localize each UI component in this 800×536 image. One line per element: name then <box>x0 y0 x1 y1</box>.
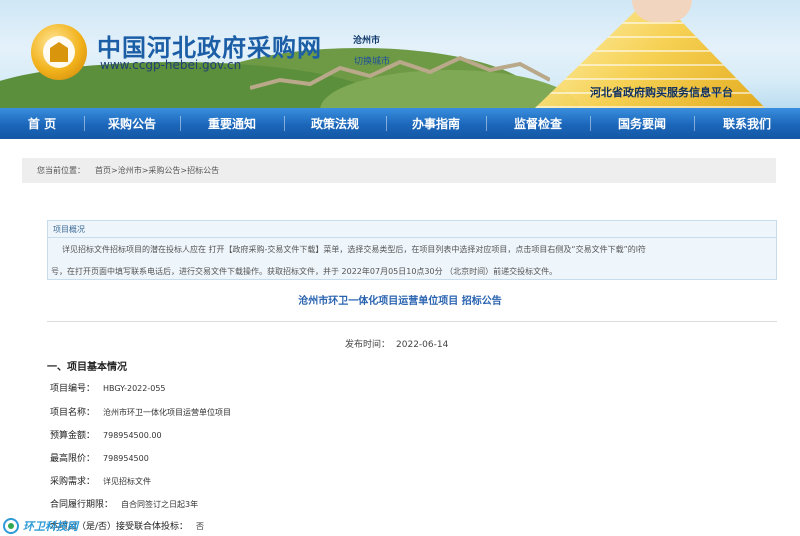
row-value: 自合同签订之日起3年 <box>121 500 199 509</box>
watermark-text: 环卫科技网 <box>23 520 78 533</box>
nav-important-notices[interactable]: 重要通知 <box>180 108 284 139</box>
row-label: 采购需求： <box>50 477 96 487</box>
nav-supervision[interactable]: 监督检查 <box>486 108 590 139</box>
site-url: www.ccgp-hebei.gov.cn <box>100 58 242 72</box>
nav-guide[interactable]: 办事指南 <box>386 108 486 139</box>
publish-time: 发布时间： 2022-06-14 <box>345 337 448 350</box>
row-value: 详见招标文件 <box>103 477 152 486</box>
row-label: 最高限价： <box>50 454 96 464</box>
row-value: 沧州市环卫一体化项目运营单位项目 <box>103 408 232 417</box>
divider <box>47 321 777 322</box>
nav-procurement-notices[interactable]: 采购公告 <box>84 108 180 139</box>
detail-row-requirements: 采购需求： 详见招标文件 <box>50 474 151 487</box>
publish-date: 2022-06-14 <box>396 340 449 350</box>
site-emblem-logo[interactable] <box>31 24 87 80</box>
breadcrumb-label: 您当前位置： <box>37 166 85 175</box>
overview-text-line: 号，在打开页面中填写联系电话后，进行交易文件下载操作。获取招标文件，并于 202… <box>51 267 558 276</box>
switch-city-link[interactable]: 切换城市 <box>354 54 390 67</box>
project-overview-box: 项目概况 详见招标文件招标项目的潜在投标人应在 打开【政府采购-交易文件下载】菜… <box>47 220 777 280</box>
overview-text-line: 详见招标文件招标项目的潜在投标人应在 打开【政府采购-交易文件下载】菜单，选择交… <box>62 245 646 254</box>
nav-contact[interactable]: 联系我们 <box>694 108 800 139</box>
nav-home[interactable]: 首 页 <box>0 108 84 139</box>
row-label: 预算金额： <box>50 431 96 441</box>
watermark-logo: 环卫科技网 <box>0 516 78 536</box>
detail-row-budget: 预算金额： 798954500.00 <box>50 428 162 441</box>
nav-state-news[interactable]: 国务要闻 <box>590 108 694 139</box>
overview-title: 项目概况 <box>48 221 776 238</box>
row-value: 798954500.00 <box>103 431 162 440</box>
publish-time-label: 发布时间： <box>345 340 391 350</box>
row-value: HBGY-2022-055 <box>103 384 166 393</box>
row-value: 否 <box>196 522 205 531</box>
detail-row-contract-period: 合同履行期限： 自合同签订之日起3年 <box>50 497 198 510</box>
platform-name: 河北省政府购买服务信息平台 <box>590 86 733 99</box>
row-label: 项目编号： <box>50 384 96 394</box>
breadcrumb: 您当前位置： 首页>沧州市>采购公告>招标公告 <box>22 158 776 183</box>
nav-policies[interactable]: 政策法规 <box>284 108 386 139</box>
row-value: 798954500 <box>103 454 149 463</box>
site-banner: 中国河北政府采购网 www.ccgp-hebei.gov.cn 沧州市 切换城市… <box>0 0 800 108</box>
section-heading: 一、项目基本情况 <box>47 362 127 373</box>
recycle-icon <box>3 518 19 534</box>
breadcrumb-path[interactable]: 首页>沧州市>采购公告>招标公告 <box>95 165 219 176</box>
detail-row-project-number: 项目编号： HBGY-2022-055 <box>50 381 166 394</box>
detail-row-project-name: 项目名称： 沧州市环卫一体化项目运营单位项目 <box>50 405 231 418</box>
main-nav: 首 页 采购公告 重要通知 政策法规 办事指南 监督检查 国务要闻 联系我们 <box>0 108 800 139</box>
current-city: 沧州市 <box>353 36 381 46</box>
row-label: 合同履行期限： <box>50 500 114 510</box>
row-label: 项目名称： <box>50 408 96 418</box>
page: 中国河北政府采购网 www.ccgp-hebei.gov.cn 沧州市 切换城市… <box>0 0 800 536</box>
detail-row-max-price: 最高限价： 798954500 <box>50 451 149 464</box>
announcement-title: 沧州市环卫一体化项目运营单位项目 招标公告 <box>298 296 502 307</box>
